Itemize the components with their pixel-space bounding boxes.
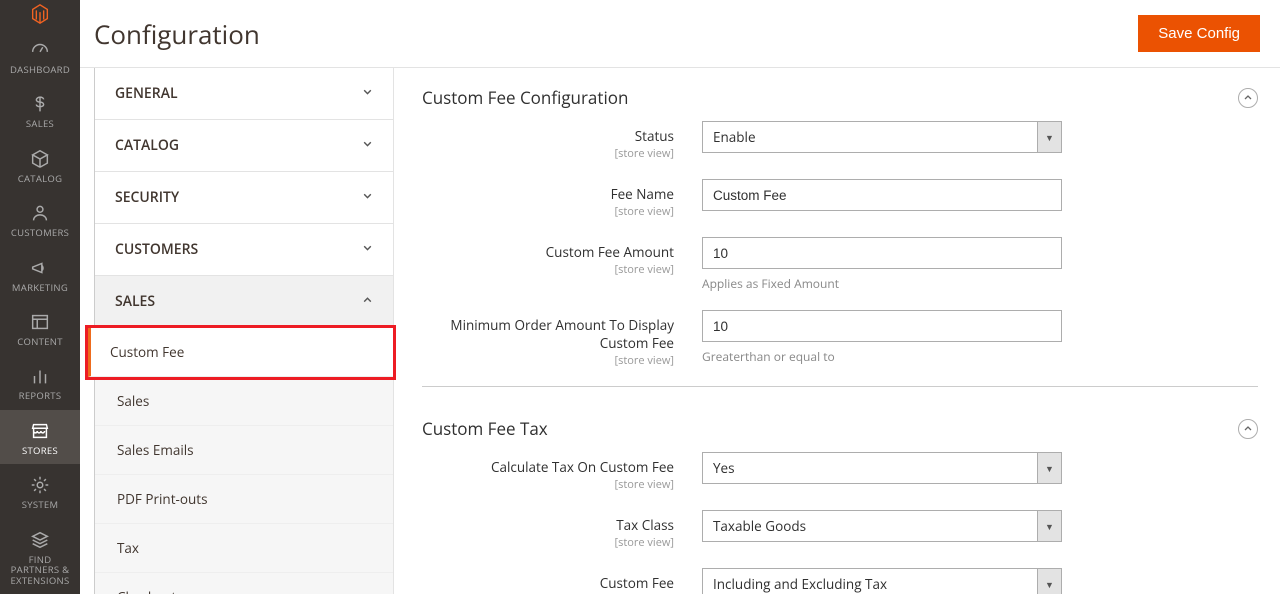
collapse-icon[interactable]: [1238, 419, 1258, 439]
help-text: Greaterthan or equal to: [702, 348, 1062, 365]
nav-label: DASHBOARD: [10, 65, 70, 75]
config-sub-sales-emails[interactable]: Sales Emails: [95, 426, 393, 475]
bars-icon: [29, 365, 51, 387]
megaphone-icon: [29, 257, 51, 279]
field-label-fee-name: Fee Name: [611, 185, 674, 203]
config-tabs-sidebar: GENERALCATALOGSECURITYCUSTOMERSSALESCust…: [94, 68, 394, 594]
admin-sidebar: DASHBOARD SALES CATALOG CUSTOMERS MARKETING C…: [0, 0, 80, 594]
stack-icon: [29, 529, 51, 551]
store-icon: [29, 420, 51, 442]
section-header-custom-fee-config[interactable]: Custom Fee Configuration: [422, 86, 1258, 121]
nav-label: REPORTS: [19, 391, 62, 401]
chevron-up-icon: [362, 293, 373, 310]
chevron-down-icon: [362, 189, 373, 206]
config-group-sales[interactable]: SALES: [95, 276, 393, 328]
config-group-security[interactable]: SECURITY: [95, 172, 393, 224]
scope-label: [store view]: [422, 204, 674, 219]
nav-item-stores[interactable]: STORES: [0, 410, 80, 464]
nav-item-content[interactable]: CONTENT: [0, 301, 80, 355]
chevron-down-icon: ▼: [1037, 122, 1061, 152]
scope-label: [store view]: [422, 353, 674, 368]
config-group-label: CATALOG: [115, 136, 179, 155]
person-icon: [29, 202, 51, 224]
field-label-custom-fee-display: Custom Fee: [600, 574, 674, 592]
field-label-amount: Custom Fee Amount: [546, 243, 674, 261]
scope-label: [store view]: [422, 262, 674, 277]
nav-label: CONTENT: [17, 337, 63, 347]
scope-label: [store view]: [422, 535, 674, 550]
config-group-customers[interactable]: CUSTOMERS: [95, 224, 393, 276]
section-divider: [422, 386, 1258, 387]
magento-logo[interactable]: [0, 0, 80, 29]
custom-fee-display-select[interactable]: Including and Excluding Tax ▼: [702, 568, 1062, 594]
tax-class-select[interactable]: Taxable Goods ▼: [702, 510, 1062, 542]
nav-label: SYSTEM: [22, 500, 59, 510]
config-group-label: SECURITY: [115, 188, 179, 207]
nav-label: FIND PARTNERS & EXTENSIONS: [4, 555, 76, 586]
section-header-custom-fee-tax[interactable]: Custom Fee Tax: [422, 417, 1258, 452]
chevron-down-icon: [362, 241, 373, 258]
field-label-calc-tax: Calculate Tax On Custom Fee: [491, 458, 674, 476]
save-config-button[interactable]: Save Config: [1138, 15, 1260, 52]
nav-item-marketing[interactable]: MARKETING: [0, 247, 80, 301]
config-group-label: GENERAL: [115, 84, 178, 103]
nav-item-sales[interactable]: SALES: [0, 83, 80, 137]
cube-icon: [29, 148, 51, 170]
config-sub-sales[interactable]: Sales: [95, 377, 393, 426]
chevron-down-icon: [362, 137, 373, 154]
help-text: Applies as Fixed Amount: [702, 275, 1062, 292]
config-form: Custom Fee Configuration Status [store v…: [394, 68, 1280, 594]
field-label-status: Status: [635, 127, 674, 145]
config-sub-pdf-print-outs[interactable]: PDF Print-outs: [95, 475, 393, 524]
config-group-general[interactable]: GENERAL: [95, 68, 393, 120]
nav-item-find-partners-extensions[interactable]: FIND PARTNERS & EXTENSIONS: [0, 519, 80, 594]
scope-label: [store view]: [422, 146, 674, 161]
dollar-icon: [29, 93, 51, 115]
min-order-amount-input[interactable]: [702, 310, 1062, 342]
nav-label: MARKETING: [12, 283, 68, 293]
nav-label: CUSTOMERS: [11, 228, 69, 238]
highlight-annotation: Custom Fee: [85, 325, 396, 380]
nav-label: CATALOG: [18, 174, 63, 184]
config-group-label: CUSTOMERS: [115, 240, 198, 259]
layout-icon: [29, 311, 51, 333]
nav-item-system[interactable]: SYSTEM: [0, 464, 80, 518]
nav-item-reports[interactable]: REPORTS: [0, 355, 80, 409]
config-group-catalog[interactable]: CATALOG: [95, 120, 393, 172]
nav-item-dashboard[interactable]: DASHBOARD: [0, 29, 80, 83]
config-group-label: SALES: [115, 292, 155, 311]
chevron-down-icon: ▼: [1037, 453, 1061, 483]
collapse-icon[interactable]: [1238, 88, 1258, 108]
custom-fee-amount-input[interactable]: [702, 237, 1062, 269]
calc-tax-select[interactable]: Yes ▼: [702, 452, 1062, 484]
config-sub-checkout[interactable]: Checkout: [95, 573, 393, 594]
scope-label: [store view]: [422, 477, 674, 492]
section-title: Custom Fee Configuration: [422, 86, 628, 109]
field-label-tax-class: Tax Class: [616, 516, 674, 534]
nav-label: STORES: [22, 446, 58, 456]
page-header: Configuration Save Config: [80, 0, 1280, 68]
dashboard-icon: [29, 39, 51, 61]
section-title: Custom Fee Tax: [422, 417, 548, 440]
chevron-down-icon: ▼: [1037, 511, 1061, 541]
page-title: Configuration: [94, 16, 260, 52]
fee-name-input[interactable]: [702, 179, 1062, 211]
nav-item-customers[interactable]: CUSTOMERS: [0, 192, 80, 246]
config-sub-custom-fee[interactable]: Custom Fee: [88, 328, 393, 377]
nav-item-catalog[interactable]: CATALOG: [0, 138, 80, 192]
field-label-min-order: Minimum Order Amount To Display Custom F…: [450, 316, 674, 352]
nav-label: SALES: [26, 119, 54, 129]
chevron-down-icon: ▼: [1037, 569, 1061, 594]
gear-icon: [29, 474, 51, 496]
status-select[interactable]: Enable ▼: [702, 121, 1062, 153]
config-sub-tax[interactable]: Tax: [95, 524, 393, 573]
chevron-down-icon: [362, 85, 373, 102]
